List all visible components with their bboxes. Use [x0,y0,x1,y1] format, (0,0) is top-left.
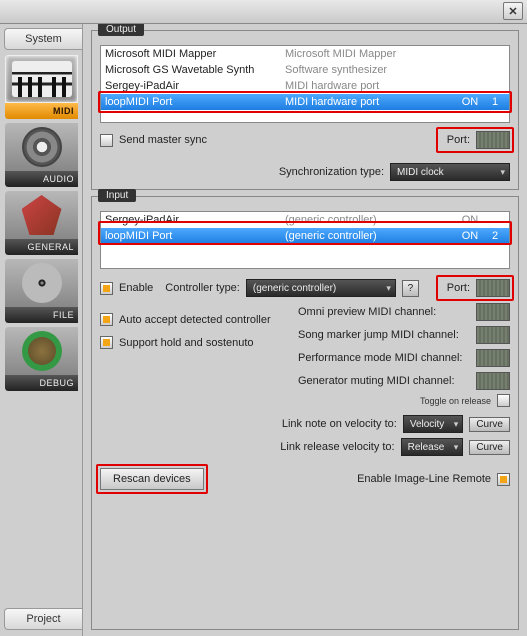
link-note-on-label: Link note on velocity to: [282,418,397,430]
send-master-sync-checkbox[interactable] [100,134,113,147]
omni-channel-spinner[interactable] [476,303,510,321]
gen-muting-spinner[interactable] [476,372,510,390]
link-release-label: Link release velocity to: [280,441,394,453]
speaker-icon [5,123,78,171]
output-port-spinner[interactable] [476,131,510,149]
input-group: Input Sergey-iPadAir(generic controller)… [91,196,519,630]
link-release-dropdown[interactable]: Release [401,438,464,456]
sidebar-item-label: MIDI [5,103,78,119]
send-master-sync-label: Send master sync [119,134,207,146]
titlebar: ✕ [0,0,527,24]
curve-button-release[interactable]: Curve [469,440,510,455]
enable-label: Enable [119,282,153,294]
list-item[interactable]: Microsoft GS Wavetable SynthSoftware syn… [101,62,509,78]
auto-accept-label: Auto accept detected controller [119,314,271,326]
sidebar-item-debug[interactable]: DEBUG [4,326,79,392]
gen-muting-label: Generator muting MIDI channel: [298,375,468,387]
auto-accept-checkbox[interactable] [100,313,113,326]
perf-mode-spinner[interactable] [476,349,510,367]
enable-remote-checkbox[interactable] [497,473,510,486]
list-item [101,244,509,260]
input-controls: Enable Controller type: (generic control… [100,279,510,297]
output-controls: Send master sync Port: [100,131,510,149]
list-item[interactable]: Sergey-iPadAir(generic controller)ON [101,212,509,228]
sidebar-item-file[interactable]: FILE [4,258,79,324]
output-device-list[interactable]: Microsoft MIDI MapperMicrosoft MIDI Mapp… [100,45,510,123]
input-device-list[interactable]: Sergey-iPadAir(generic controller)ON loo… [100,211,510,269]
list-item-selected[interactable]: loopMIDI Port(generic controller)ON2 [101,228,509,244]
toggle-release-label: Toggle on release [420,396,491,406]
tab-project[interactable]: Project [4,608,82,630]
group-title: Output [98,24,144,36]
output-group: Output Microsoft MIDI MapperMicrosoft MI… [91,30,519,190]
close-button[interactable]: ✕ [503,2,523,20]
controller-type-label: Controller type: [165,282,240,294]
port-label: Port: [447,282,470,294]
group-title: Input [98,189,136,202]
song-marker-label: Song marker jump MIDI channel: [298,329,468,341]
omni-channel-label: Omni preview MIDI channel: [298,306,468,318]
support-hold-checkbox[interactable] [100,336,113,349]
sidebar-item-label: AUDIO [5,171,78,187]
midi-icon [5,55,78,103]
list-item-selected[interactable]: loopMIDI PortMIDI hardware portON1 [101,94,509,110]
sidebar-item-general[interactable]: GENERAL [4,190,79,256]
support-hold-label: Support hold and sostenuto [119,337,254,349]
song-marker-spinner[interactable] [476,326,510,344]
footer-row: Rescan devices Enable Image-Line Remote [100,468,510,490]
sync-type-label: Synchronization type: [279,166,384,178]
sidebar-categories: MIDI AUDIO GENERAL FILE DEBUG [0,52,82,608]
perf-mode-label: Performance mode MIDI channel: [298,352,468,364]
midi-settings-panel: Output Microsoft MIDI MapperMicrosoft MI… [83,24,527,636]
sidebar-item-label: DEBUG [5,375,78,391]
disc-icon [5,259,78,307]
sidebar-item-audio[interactable]: AUDIO [4,122,79,188]
input-port-spinner[interactable] [476,279,510,297]
sidebar: System MIDI AUDIO GENERAL FILE [0,24,83,636]
toggle-release-checkbox[interactable] [497,394,510,407]
velocity-links: Link note on velocity to: Velocity Curve… [100,415,510,456]
tab-system[interactable]: System [4,28,82,50]
window-body: System MIDI AUDIO GENERAL FILE [0,24,527,636]
input-options: Auto accept detected controller Support … [100,303,510,407]
sidebar-item-label: GENERAL [5,239,78,255]
bug-icon [5,327,78,375]
link-note-on-dropdown[interactable]: Velocity [403,415,463,433]
controller-type-dropdown[interactable]: (generic controller) [246,279,396,297]
sync-type-row: Synchronization type: MIDI clock [100,163,510,181]
sync-type-dropdown[interactable]: MIDI clock [390,163,510,181]
help-button[interactable]: ? [402,280,419,297]
close-icon: ✕ [508,5,517,18]
list-item[interactable]: Sergey-iPadAirMIDI hardware port [101,78,509,94]
enable-checkbox[interactable] [100,282,113,295]
tools-icon [5,191,78,239]
sidebar-item-midi[interactable]: MIDI [4,54,79,120]
enable-remote-label: Enable Image-Line Remote [357,473,491,485]
settings-window: ✕ System MIDI AUDIO GENERAL [0,0,527,636]
curve-button-note-on[interactable]: Curve [469,417,510,432]
rescan-devices-button[interactable]: Rescan devices [100,468,204,490]
port-label: Port: [447,134,470,146]
list-item[interactable]: Microsoft MIDI MapperMicrosoft MIDI Mapp… [101,46,509,62]
sidebar-item-label: FILE [5,307,78,323]
